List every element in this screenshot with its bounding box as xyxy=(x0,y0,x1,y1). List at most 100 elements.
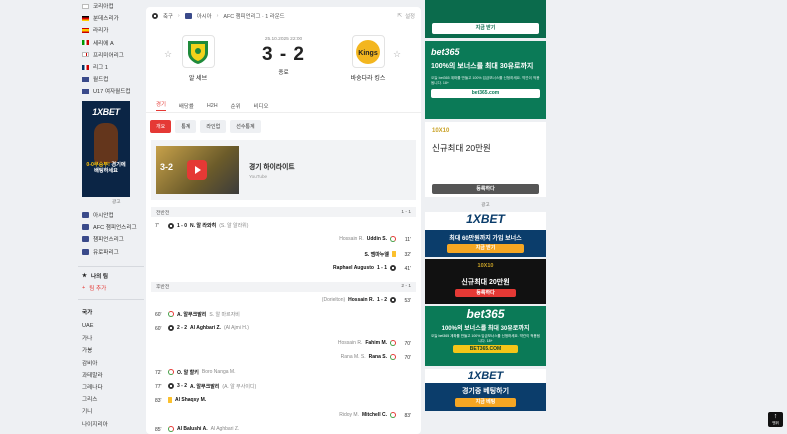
event-player[interactable]: Uddin S. xyxy=(367,236,387,242)
country-label: 과테말라 xyxy=(82,372,103,379)
event-player-out[interactable]: Al Aghbari Z. xyxy=(211,426,240,432)
filter-chip[interactable]: 선수통계 xyxy=(230,120,261,133)
sidebar-league-item[interactable]: 라리가 xyxy=(78,24,144,36)
event-score: 2 - 2 xyxy=(177,325,188,332)
sidebar-league-item[interactable]: 분데스리가 xyxy=(78,12,144,24)
highlight-thumbnail[interactable]: 3-2 xyxy=(156,146,239,194)
sidebar-league-item[interactable]: 월드컵 xyxy=(78,73,144,85)
sidebar-league-item[interactable]: 세리에 A xyxy=(78,37,144,49)
event-player-out[interactable]: S. 알 마르자비 xyxy=(209,311,240,318)
event-body: Al Balushi A. Al Aghbari Z. xyxy=(168,426,240,433)
tab-item[interactable]: H2H xyxy=(207,103,218,109)
competition-list: 아시안컵 AFC 챔피언스리그 챔피언스리그 유로파리그 xyxy=(78,209,144,258)
event-player[interactable]: Hossain R. xyxy=(348,297,374,303)
event-row: 7' 1 - 0 N. 알 라와히 (S. 알 알라위) xyxy=(146,219,421,233)
country-label: 그리스 xyxy=(82,397,98,404)
sidebar-country-item[interactable]: 과테말라 xyxy=(78,369,144,381)
settings-button[interactable]: ⇱ 설정 xyxy=(398,12,415,20)
event-player[interactable]: Al Aghbari Z. xyxy=(190,325,221,331)
breadcrumb-region[interactable]: 아시아 xyxy=(197,12,212,20)
ad-get-button[interactable]: 지금 받기 xyxy=(432,23,539,34)
sidebar-country-item[interactable]: 감비아 xyxy=(78,357,144,369)
sidebar-country-item[interactable]: 가봉 xyxy=(78,344,144,356)
substitution-icon xyxy=(390,354,396,361)
tenx2-register-button[interactable]: 등록하다 xyxy=(455,289,516,297)
sidebar-league-item[interactable]: 프리미어리그 xyxy=(78,49,144,61)
ad-bet365[interactable]: bet365 100%의 보너스를 최대 30유로까지 오늘 bet365 계좌… xyxy=(425,41,546,119)
event-player[interactable]: Raphael Augusto xyxy=(333,265,374,271)
tab-item[interactable]: 순위 xyxy=(231,102,241,110)
event-player[interactable]: Al Balushi A. xyxy=(177,426,208,432)
competition-label: 아시안컵 xyxy=(93,213,114,220)
home-team[interactable]: 알 세브 xyxy=(166,35,230,82)
sidebar-league-item[interactable]: 코리아컵 xyxy=(78,0,144,12)
ad-bet365-2[interactable]: bet365 100%의 보너스를 최대 30유로까지 오늘 bet365 계좌… xyxy=(425,306,546,366)
event-player-out[interactable]: Rana M. S. xyxy=(341,354,366,360)
kr-flag-icon xyxy=(82,3,89,9)
sidebar-competition-item[interactable]: 유로파리그 xyxy=(78,246,144,258)
event-body: Ridoy M. Mitchell C. xyxy=(339,411,396,418)
1xbet2-bet-button[interactable]: 지금 베팅 xyxy=(455,398,516,407)
breadcrumb-home[interactable]: 축구 xyxy=(163,12,173,20)
highlight-card[interactable]: 3-2 경기 하이라이트 YouTube xyxy=(151,140,416,200)
ad-10x10[interactable]: 10X10 신규최대 20만원 등록하다 xyxy=(425,122,546,197)
event-minute: 11' xyxy=(404,237,411,244)
event-player-out[interactable]: Boro Nanga M. xyxy=(202,369,236,375)
event-player[interactable]: S. 엠마누엘 xyxy=(364,251,389,258)
tab-item[interactable]: 배당률 xyxy=(179,102,194,110)
bet365-2-site-button[interactable]: BET365.COM xyxy=(453,345,518,354)
sidebar-country-item[interactable]: 나이지리아 xyxy=(78,418,144,430)
ad-1xbet-2[interactable]: 1XBET 경기중 베팅하기 지금 베팅 xyxy=(425,369,546,411)
right-ads: 지금 받기 bet365 100%의 보너스를 최대 30유로까지 오늘 bet… xyxy=(425,0,546,434)
event-body: 3 - 2 A. 알무크발리 (A. 알 부사이디) xyxy=(168,383,256,390)
1xbet-get-button[interactable]: 지금 받기 xyxy=(447,244,524,253)
ad-1xbet[interactable]: 1XBET 최대 60만원까지 가입 보너스 지금 받기 xyxy=(425,212,546,257)
play-icon[interactable] xyxy=(187,160,207,180)
bet365-site-button[interactable]: bet365.com xyxy=(431,89,540,99)
sidebar-country-item[interactable]: UAE xyxy=(78,320,144,332)
filter-chip[interactable]: 통계 xyxy=(175,120,197,133)
sidebar-league-item[interactable]: U17 여자월드컵 xyxy=(78,85,144,97)
sidebar-country-item[interactable]: 그리스 xyxy=(78,393,144,405)
second-half-events: 53' (Dorielton) Hossain R. 1 - 2 60' A. 알무크발리… xyxy=(146,292,421,434)
event-player[interactable]: A. 알무크발리 xyxy=(190,383,219,390)
ad-top[interactable]: 지금 받기 xyxy=(425,0,546,38)
away-team-logo: Kings xyxy=(351,35,385,68)
event-player[interactable]: Mitchell C. xyxy=(362,412,387,418)
breadcrumb-round[interactable]: AFC 챔피언리그 · 1 라운드 xyxy=(223,12,284,20)
add-team-button[interactable]: + 팀 추가 xyxy=(78,281,144,295)
sidebar-ad-1xbet[interactable]: 1XBET 0-0무승부! 경기에 배팅하세요 xyxy=(82,101,130,197)
sidebar-league-item[interactable]: 리그 1 xyxy=(78,61,144,73)
filter-chip[interactable]: 라인업 xyxy=(200,120,227,133)
league-label: 세리에 A xyxy=(93,40,114,47)
event-player[interactable]: Al Shaqsy M. xyxy=(175,397,206,403)
sidebar-competition-item[interactable]: 아시안컵 xyxy=(78,209,144,221)
my-team-title: ★ 나의 팀 xyxy=(82,273,109,280)
filter-chip[interactable]: 개요 xyxy=(150,120,172,133)
event-player[interactable]: Rana S. xyxy=(369,354,387,360)
goal-icon xyxy=(168,325,174,332)
sidebar-competition-item[interactable]: AFC 챔피언스리그 xyxy=(78,221,144,233)
event-minute: 70' xyxy=(404,340,411,347)
away-team[interactable]: Kings 바숭다라 킹스 xyxy=(336,35,400,82)
sidebar-competition-item[interactable]: 챔피언스리그 xyxy=(78,233,144,245)
sidebar-country-item[interactable]: 기니 xyxy=(78,405,144,417)
tenx-register-button[interactable]: 등록하다 xyxy=(432,184,539,194)
event-player-out[interactable]: Ridoy M. xyxy=(339,412,359,418)
event-player-out[interactable]: Hossain R. xyxy=(338,340,362,346)
favorite-away-star-icon[interactable]: ☆ xyxy=(393,49,401,60)
tab-item[interactable]: 경기 xyxy=(156,100,166,111)
event-player[interactable]: Fahim M. xyxy=(365,340,387,346)
sidebar-country-item[interactable]: 가나 xyxy=(78,332,144,344)
event-player[interactable]: N. 알 라와히 xyxy=(190,222,216,229)
competition-icon xyxy=(82,212,89,219)
event-body: Hossain R. Uddin S. xyxy=(339,236,396,243)
en-flag-icon xyxy=(82,52,89,58)
event-player-out[interactable]: Hossain R. xyxy=(339,236,363,242)
sidebar-country-item[interactable]: 그레나다 xyxy=(78,381,144,393)
ad-10x10-dark[interactable]: 10X10 신규최대 20만원 등록하다 xyxy=(425,259,546,304)
tab-item[interactable]: 비디오 xyxy=(254,102,269,110)
event-player[interactable]: A. 알무크발리 xyxy=(177,311,206,318)
event-player[interactable]: O. 알 할키 xyxy=(177,369,199,376)
back-to-top-button[interactable]: ↑ 맨위 xyxy=(768,412,783,427)
